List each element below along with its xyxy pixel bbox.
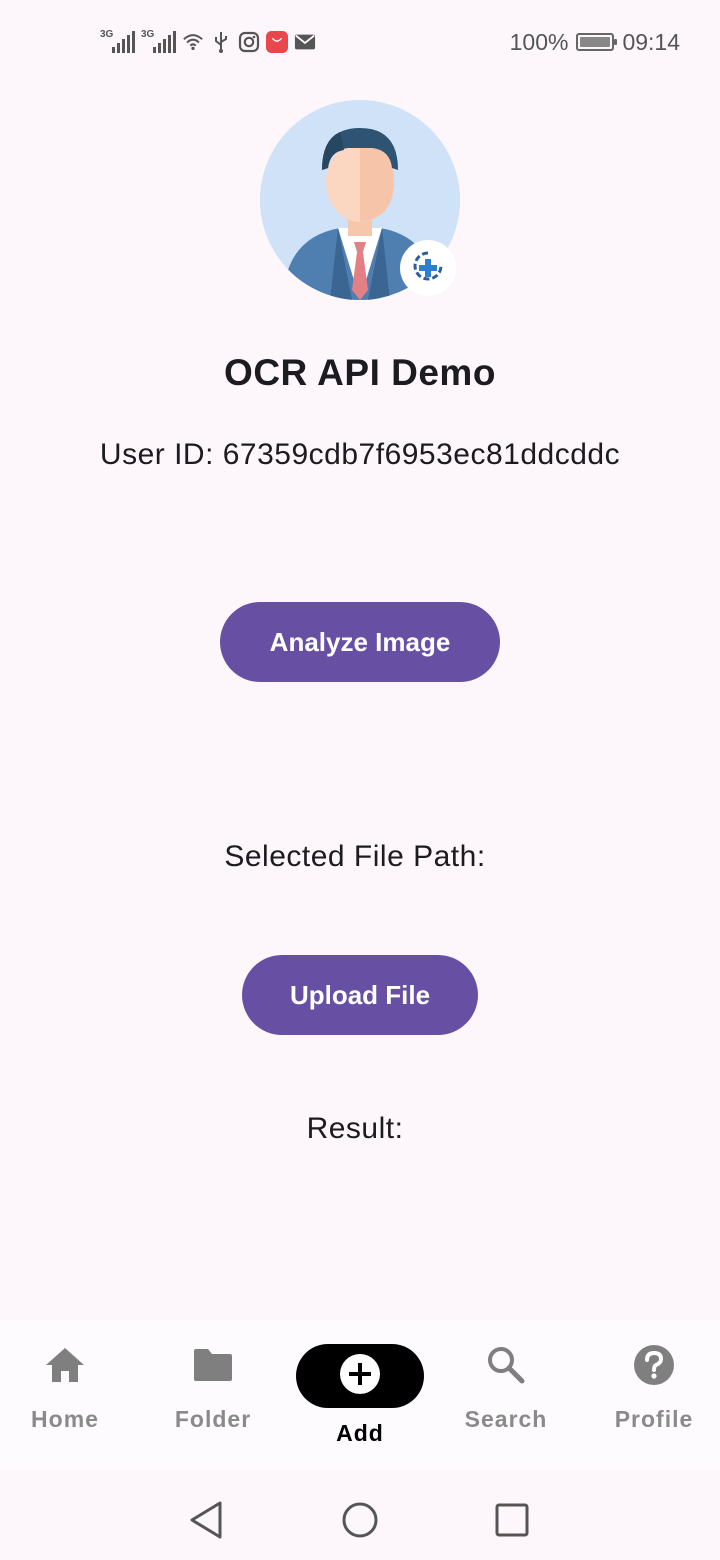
- status-icons: 3G 3G: [100, 28, 316, 56]
- nav-label-search: Search: [464, 1406, 548, 1432]
- help-icon: [631, 1342, 677, 1388]
- network-type-label: 3G: [141, 29, 155, 40]
- nav-item-profile[interactable]: Profile: [584, 1342, 720, 1452]
- wifi-icon: [182, 31, 204, 53]
- nav-label-profile: Profile: [614, 1406, 694, 1432]
- status-bar: 3G 3G 100% 09:14: [0, 0, 720, 84]
- system-navigation-bar: [0, 1480, 720, 1560]
- analyze-image-button[interactable]: Analyze Image: [220, 602, 500, 682]
- page-title: OCR API Demo: [224, 352, 496, 393]
- nav-item-add[interactable]: Add: [290, 1342, 430, 1452]
- clock: 09:14: [622, 28, 680, 55]
- nav-item-home[interactable]: Home: [0, 1342, 135, 1452]
- nav-label-add: Add: [336, 1420, 384, 1446]
- edit-avatar-button[interactable]: [400, 240, 456, 296]
- folder-icon: [190, 1342, 236, 1388]
- user-id-text: User ID: 67359cdb7f6953ec81ddcddc: [99, 438, 621, 471]
- status-right: 100% 09:14: [510, 28, 680, 56]
- instagram-icon: [238, 31, 260, 53]
- add-pill: [296, 1344, 424, 1408]
- upload-file-button[interactable]: Upload File: [242, 955, 478, 1035]
- battery-icon: [576, 33, 618, 51]
- signal-icon: 3G: [141, 29, 176, 53]
- search-icon: [483, 1342, 529, 1388]
- nav-item-search[interactable]: Search: [436, 1342, 576, 1452]
- add-circle-icon: [339, 1353, 381, 1400]
- network-type-label: 3G: [100, 29, 114, 40]
- selected-file-path-label: Selected File Path:: [224, 840, 486, 873]
- back-icon[interactable]: [184, 1498, 228, 1542]
- huawei-appgallery-icon: [266, 31, 288, 53]
- nav-label-folder: Folder: [174, 1406, 252, 1432]
- signal-icon: 3G: [100, 29, 135, 53]
- battery-percent: 100%: [509, 28, 569, 55]
- recents-icon[interactable]: [490, 1498, 534, 1542]
- bottom-navigation: Home Folder Add Search Profile: [0, 1320, 720, 1470]
- home-icon: [42, 1342, 88, 1388]
- usb-icon: [210, 31, 232, 53]
- home-circle-icon[interactable]: [338, 1498, 382, 1542]
- nav-label-home: Home: [31, 1406, 99, 1432]
- mail-icon: [294, 31, 316, 53]
- add-photo-icon: [411, 249, 445, 288]
- result-label: Result:: [306, 1112, 404, 1145]
- nav-item-folder[interactable]: Folder: [143, 1342, 283, 1452]
